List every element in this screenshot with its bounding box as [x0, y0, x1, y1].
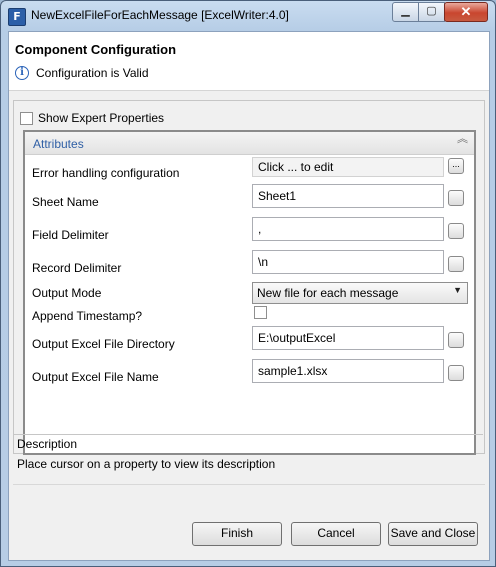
dialog-client: Component Configuration i Configuration … [8, 31, 490, 561]
output-mode-label: Output Mode [32, 286, 102, 300]
cancel-button[interactable]: Cancel [291, 522, 381, 546]
output-directory-label: Output Excel File Directory [32, 337, 175, 351]
output-file-name-edit-button[interactable] [448, 365, 464, 381]
output-file-name-label: Output Excel File Name [32, 370, 159, 384]
output-file-name-input[interactable]: sample1.xlsx [252, 359, 444, 383]
dialog-window: F NewExcelFileForEachMessage [ExcelWrite… [0, 0, 496, 567]
finish-button[interactable]: Finish [192, 522, 282, 546]
title-bar[interactable]: F NewExcelFileForEachMessage [ExcelWrite… [1, 1, 495, 31]
record-delimiter-edit-button[interactable] [448, 256, 464, 272]
show-expert-label[interactable]: Show Expert Properties [38, 111, 164, 125]
record-delimiter-label: Record Delimiter [32, 261, 122, 275]
show-expert-checkbox[interactable] [20, 112, 33, 125]
properties-group: Show Expert Properties Attributes ︽ Erro… [13, 100, 485, 455]
output-file-name-value: sample1.xlsx [258, 364, 328, 378]
error-handling-value: Click ... to edit [258, 160, 334, 174]
info-icon: i [15, 66, 29, 80]
error-handling-label: Error handling configuration [32, 166, 180, 180]
field-delimiter-edit-button[interactable] [448, 223, 464, 239]
config-status: Configuration is Valid [36, 66, 149, 80]
window-title: NewExcelFileForEachMessage [ExcelWriter:… [31, 8, 289, 22]
error-handling-edit-button[interactable]: ... [448, 158, 464, 174]
minimize-button[interactable]: ▁ [392, 2, 419, 22]
maximize-button[interactable]: ▢ [418, 2, 445, 22]
app-icon: F [8, 8, 26, 26]
output-mode-select[interactable]: New file for each message ▼ [252, 282, 468, 304]
collapse-icon[interactable]: ︽ [457, 134, 468, 145]
header-title: Component Configuration [15, 42, 177, 57]
description-group: Description Place cursor on a property t… [13, 434, 483, 475]
record-delimiter-value: \n [258, 255, 269, 269]
button-separator [13, 484, 485, 485]
close-button[interactable]: ✕ [444, 2, 488, 22]
output-directory-edit-button[interactable] [448, 332, 464, 348]
description-text: Place cursor on a property to view its d… [17, 457, 276, 471]
sheet-name-input[interactable]: Sheet1 [252, 184, 444, 208]
append-timestamp-checkbox[interactable] [254, 306, 267, 319]
field-delimiter-label: Field Delimiter [32, 228, 109, 242]
sheet-name-label: Sheet Name [32, 195, 99, 209]
config-header: Component Configuration i Configuration … [9, 32, 489, 91]
output-directory-input[interactable]: E:\outputExcel [252, 326, 444, 350]
attributes-title: Attributes [33, 137, 84, 151]
field-delimiter-value: , [258, 222, 262, 236]
chevron-down-icon[interactable]: ▼ [453, 285, 462, 295]
output-directory-value: E:\outputExcel [258, 331, 336, 345]
sheet-name-edit-button[interactable] [448, 190, 464, 206]
append-timestamp-label: Append Timestamp? [32, 309, 143, 323]
sheet-name-value: Sheet1 [258, 189, 297, 203]
attributes-panel: Attributes ︽ Error handling configuratio… [23, 130, 476, 455]
record-delimiter-input[interactable]: \n [252, 250, 444, 274]
output-mode-value: New file for each message [257, 286, 399, 300]
save-and-close-button[interactable]: Save and Close [388, 522, 478, 546]
description-title: Description [17, 437, 78, 451]
field-delimiter-input[interactable]: , [252, 217, 444, 241]
error-handling-field: Click ... to edit [252, 157, 444, 177]
attributes-header[interactable]: Attributes ︽ [25, 132, 474, 155]
